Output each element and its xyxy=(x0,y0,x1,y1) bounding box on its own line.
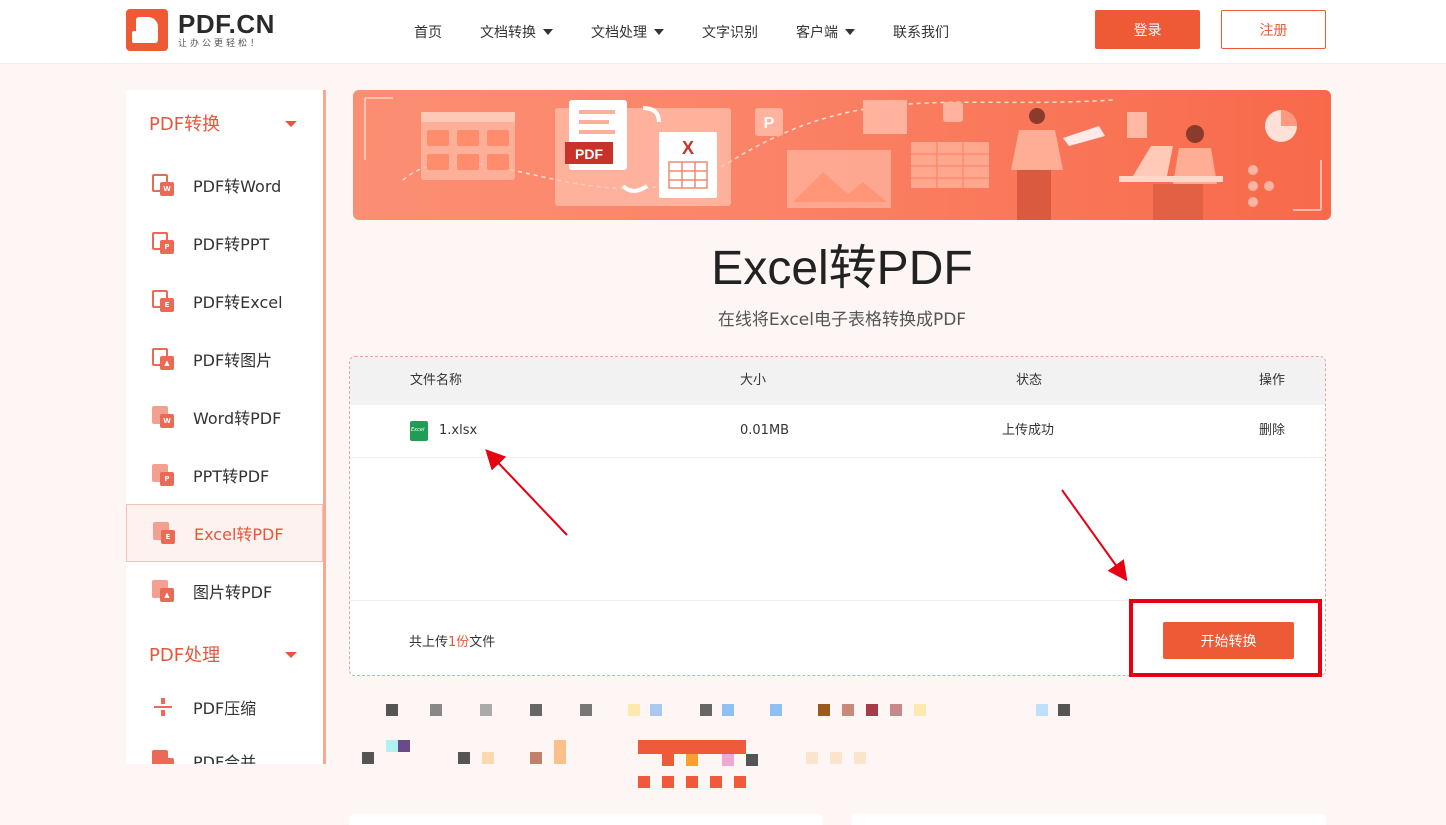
excel-pdf-icon: E xyxy=(153,522,175,544)
col-header-action: 操作 xyxy=(1259,373,1286,388)
tool-sidebar: PDF转换 W PDF转Word P PDF转PPT E PDF转Excel ▲… xyxy=(126,90,326,764)
upload-count: 共上传1份文件 xyxy=(409,635,496,650)
nav-contact[interactable]: 联系我们 xyxy=(893,22,949,42)
top-header: PDF.CN 让办公更轻松！ 首页 文档转换 文档处理 文字识别 客户端 联系我… xyxy=(0,0,1446,64)
hero-banner: PDF X P xyxy=(353,90,1331,220)
sidebar-item-ppt-to-pdf[interactable]: P PPT转PDF xyxy=(126,446,323,504)
blurred-content-row-2 xyxy=(350,740,910,790)
bottom-card-left xyxy=(349,814,823,825)
sidebar-item-pdf-merge[interactable]: PDF合并 xyxy=(126,732,323,764)
highlight-box xyxy=(1129,599,1322,677)
col-header-status: 状态 xyxy=(1016,373,1043,388)
register-button[interactable]: 注册 xyxy=(1221,10,1326,49)
image-pdf-icon: ▲ xyxy=(152,580,174,602)
logo-slogan: 让办公更轻松！ xyxy=(178,39,263,49)
pdf-excel-icon: E xyxy=(152,290,174,312)
sidebar-item-pdf-to-image[interactable]: ▲ PDF转图片 xyxy=(126,330,323,388)
sidebar-group-pdf-convert[interactable]: PDF转换 xyxy=(126,90,323,156)
nav-ocr[interactable]: 文字识别 xyxy=(702,22,758,42)
ppt-pdf-icon: P xyxy=(152,464,174,486)
sidebar-item-excel-to-pdf[interactable]: E Excel转PDF xyxy=(126,504,323,562)
merge-icon xyxy=(152,750,174,764)
pdf-ppt-icon: P xyxy=(152,232,174,254)
logo-title: PDF.CN xyxy=(178,9,275,39)
logo-icon xyxy=(126,9,168,51)
site-logo[interactable]: PDF.CN 让办公更轻松！ xyxy=(126,9,275,51)
compress-icon xyxy=(152,696,174,718)
chevron-down-icon xyxy=(285,652,297,658)
page-subtitle: 在线将Excel电子表格转换成PDF xyxy=(717,310,967,330)
main-nav: 首页 文档转换 文档处理 文字识别 客户端 联系我们 xyxy=(414,0,987,64)
delete-file-link[interactable]: 删除 xyxy=(1259,405,1285,457)
table-row: 1.xlsx 0.01MB 上传成功 删除 xyxy=(350,405,1325,458)
nav-client[interactable]: 客户端 xyxy=(796,22,855,42)
chevron-down-icon xyxy=(845,29,855,35)
pdf-image-icon: ▲ xyxy=(152,348,174,370)
chevron-down-icon xyxy=(543,29,553,35)
banner-illustration: PDF X P xyxy=(364,97,1322,220)
sidebar-item-pdf-to-excel[interactable]: E PDF转Excel xyxy=(126,272,323,330)
excel-file-icon xyxy=(410,421,428,441)
sidebar-item-pdf-to-word[interactable]: W PDF转Word xyxy=(126,156,323,214)
login-button[interactable]: 登录 xyxy=(1095,10,1200,49)
col-header-name: 文件名称 xyxy=(410,373,463,388)
col-header-size: 大小 xyxy=(740,373,767,388)
sidebar-group-pdf-process[interactable]: PDF处理 xyxy=(126,626,323,682)
chevron-down-icon xyxy=(285,121,297,127)
nav-home[interactable]: 首页 xyxy=(414,22,442,42)
file-status: 上传成功 xyxy=(1002,423,1055,438)
bottom-card-right xyxy=(851,814,1326,825)
nav-doc-process[interactable]: 文档处理 xyxy=(591,22,664,42)
word-pdf-icon: W xyxy=(152,406,174,428)
sidebar-item-pdf-to-ppt[interactable]: P PDF转PPT xyxy=(126,214,323,272)
banner-p-label: P xyxy=(764,115,775,132)
nav-doc-convert[interactable]: 文档转换 xyxy=(480,22,553,42)
pdf-word-icon: W xyxy=(152,174,174,196)
table-header: 文件名称 大小 状态 操作 xyxy=(350,357,1325,405)
file-size: 0.01MB xyxy=(740,423,790,438)
sidebar-item-word-to-pdf[interactable]: W Word转PDF xyxy=(126,388,323,446)
sidebar-item-pdf-compress[interactable]: PDF压缩 xyxy=(126,682,323,732)
banner-pdf-label: PDF xyxy=(575,146,603,162)
chevron-down-icon xyxy=(654,29,664,35)
page-title: Excel转PDF xyxy=(711,242,973,295)
sidebar-item-image-to-pdf[interactable]: ▲ 图片转PDF xyxy=(126,562,323,620)
banner-x-label: X xyxy=(682,138,694,158)
blurred-content-row-1 xyxy=(350,704,1090,720)
file-name: 1.xlsx xyxy=(439,423,478,438)
